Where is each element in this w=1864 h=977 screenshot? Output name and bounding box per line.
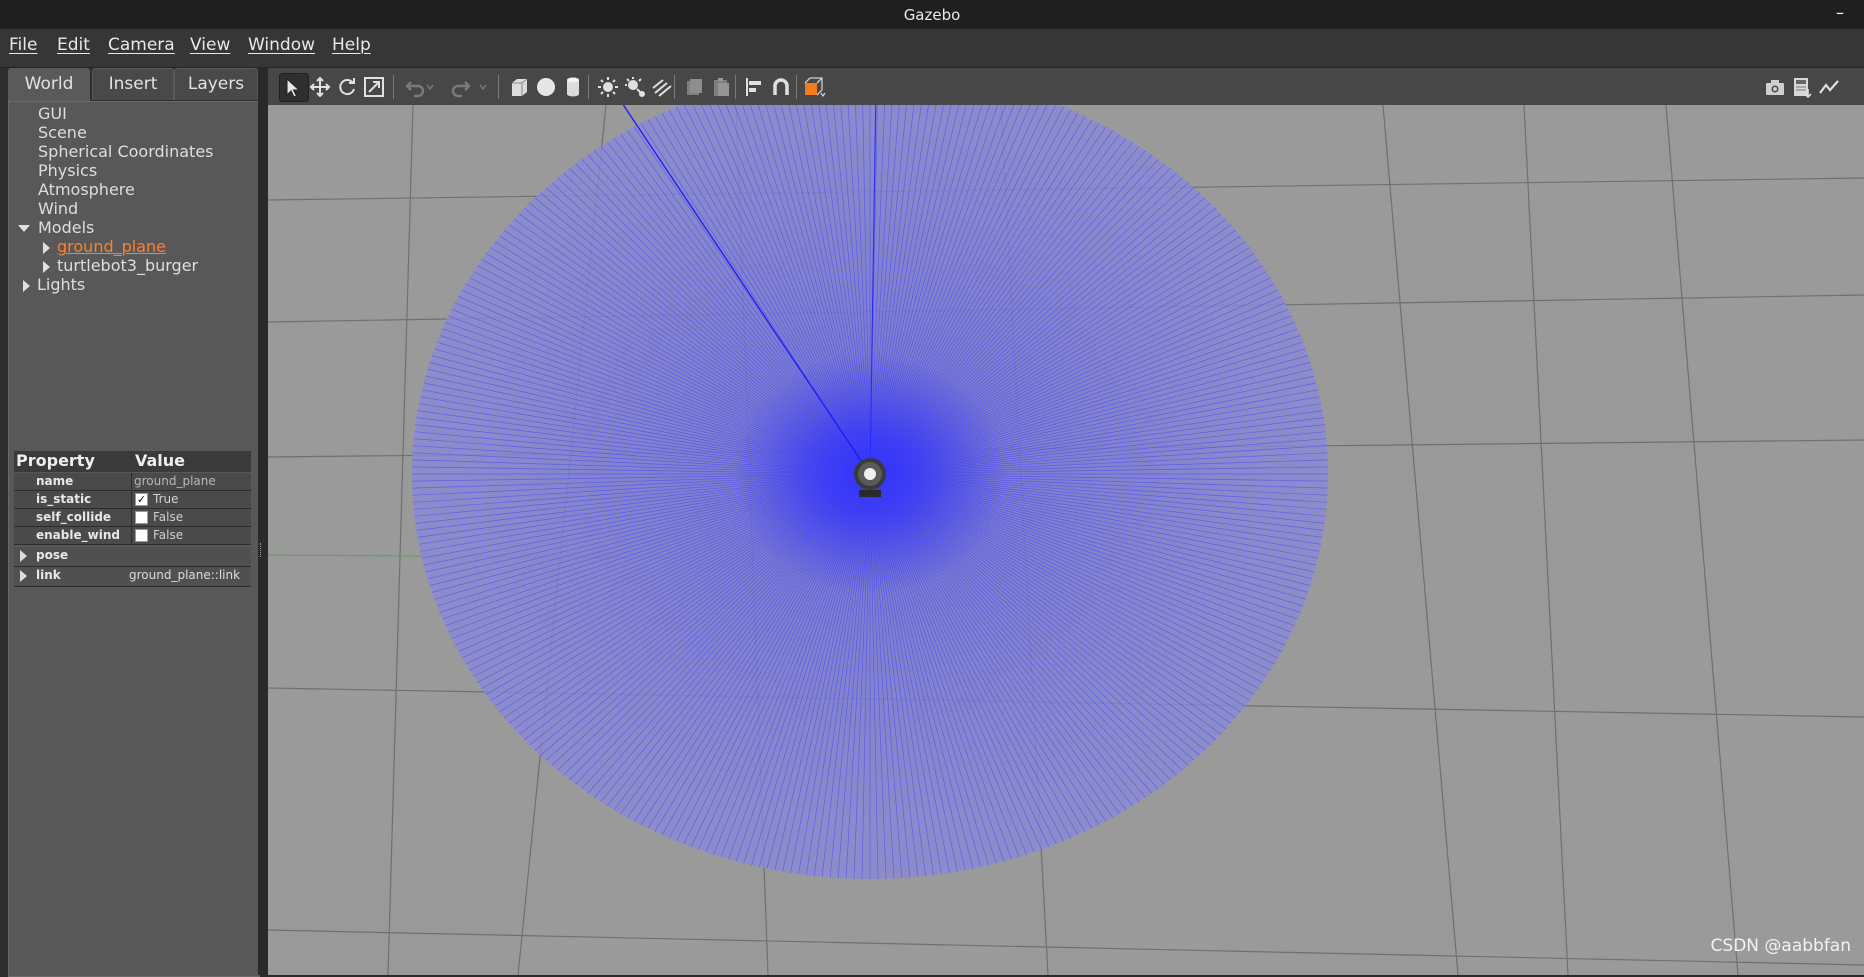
menu-edit[interactable]: Edit (57, 35, 90, 55)
prop-row-name[interactable]: name ground_plane (14, 473, 251, 491)
checkbox-unchecked[interactable] (135, 511, 148, 524)
align-icon[interactable] (740, 73, 768, 100)
directional-light-icon[interactable] (648, 73, 676, 100)
view-angle-icon[interactable] (801, 73, 829, 100)
redo-dropdown-icon[interactable] (476, 73, 490, 100)
prop-row-enable-wind[interactable]: enable_wind False (14, 527, 251, 545)
paste-icon[interactable] (707, 73, 735, 100)
tree-item-scene[interactable]: Scene (38, 123, 87, 142)
cylinder-icon[interactable] (559, 73, 587, 100)
collapsed-arrow-icon[interactable] (23, 279, 30, 292)
prop-key: link (36, 568, 61, 582)
tab-insert[interactable]: Insert (92, 68, 174, 100)
prop-value: False (153, 510, 184, 524)
copy-icon[interactable] (680, 73, 708, 100)
rotate-icon[interactable] (333, 73, 361, 100)
select-arrow-icon[interactable] (279, 73, 309, 102)
prop-row-pose[interactable]: pose (14, 547, 251, 567)
plot-icon[interactable] (1815, 73, 1843, 100)
tree-item-ground-plane[interactable]: ground_plane (43, 237, 166, 256)
menu-window[interactable]: Window (248, 35, 315, 55)
prop-key: is_static (36, 492, 92, 506)
menu-view[interactable]: View (190, 35, 230, 55)
prop-row-link[interactable]: link ground_plane::link (14, 567, 251, 587)
scene-render (268, 105, 1864, 975)
collapsed-arrow-icon[interactable] (20, 550, 27, 562)
prop-row-is-static[interactable]: is_static ✓ True (14, 491, 251, 509)
menu-camera[interactable]: Camera (108, 35, 175, 55)
lights-label: Lights (37, 275, 86, 294)
undo-dropdown-icon[interactable] (423, 73, 437, 100)
redo-icon[interactable] (448, 73, 476, 100)
tab-world[interactable]: World (8, 68, 90, 102)
watermark: CSDN @aabbfan (1710, 936, 1851, 956)
ground-plane-label: ground_plane (57, 237, 166, 256)
tab-layers[interactable]: Layers (174, 68, 258, 100)
tree-item-models[interactable]: Models (18, 218, 94, 237)
header-property: Property (16, 451, 95, 470)
sphere-icon[interactable] (532, 73, 560, 100)
toolbar (268, 68, 1864, 106)
snap-icon[interactable] (767, 73, 795, 100)
scene-viewport[interactable]: CSDN @aabbfan (268, 105, 1864, 975)
prop-key: name (36, 474, 74, 488)
panel-resize-handle[interactable] (258, 68, 268, 975)
prop-value: ground_plane::link (129, 568, 241, 582)
tree-item-turtlebot3-burger[interactable]: turtlebot3_burger (43, 256, 198, 275)
prop-value: False (153, 528, 184, 542)
prop-row-self-collide[interactable]: self_collide False (14, 509, 251, 527)
tree-item-wind[interactable]: Wind (38, 199, 78, 218)
tree-item-atmosphere[interactable]: Atmosphere (38, 180, 135, 199)
checkbox-unchecked[interactable] (135, 529, 148, 542)
menu-bar: File Edit Camera View Window Help (0, 29, 1864, 68)
left-panel: World Insert Layers GUI Scene Spherical … (0, 68, 266, 977)
tree-item-lights[interactable]: Lights (23, 275, 85, 294)
expanded-arrow-icon[interactable] (18, 225, 30, 232)
prop-value: True (153, 492, 179, 506)
collapsed-arrow-icon[interactable] (43, 241, 50, 254)
box-icon[interactable] (505, 73, 533, 100)
turtlebot-label: turtlebot3_burger (57, 256, 199, 275)
header-value: Value (135, 451, 186, 470)
screenshot-icon[interactable] (1761, 73, 1789, 100)
collapsed-arrow-icon[interactable] (20, 570, 27, 582)
menu-help[interactable]: Help (332, 35, 371, 55)
world-panel: GUI Scene Spherical Coordinates Physics … (8, 101, 260, 977)
prop-key: pose (36, 548, 69, 562)
property-table-header: Property Value (14, 451, 251, 472)
checkbox-checked[interactable]: ✓ (135, 493, 148, 506)
minimize-button[interactable]: – (1836, 3, 1844, 22)
spot-light-icon[interactable] (621, 73, 649, 100)
prop-key: enable_wind (36, 528, 120, 542)
tree-item-gui[interactable]: GUI (38, 104, 67, 123)
tree-item-spherical-coordinates[interactable]: Spherical Coordinates (38, 142, 214, 161)
title-bar: Gazebo – (0, 0, 1864, 29)
models-label: Models (38, 218, 95, 237)
log-icon[interactable] (1788, 73, 1816, 100)
collapsed-arrow-icon[interactable] (43, 260, 50, 273)
translate-icon[interactable] (306, 73, 334, 100)
prop-value: ground_plane (134, 474, 216, 488)
tree-item-physics[interactable]: Physics (38, 161, 97, 180)
prop-key: self_collide (36, 510, 112, 524)
point-light-icon[interactable] (594, 73, 622, 100)
scale-icon[interactable] (360, 73, 388, 100)
window-title: Gazebo (903, 6, 961, 24)
menu-file[interactable]: File (9, 35, 37, 55)
